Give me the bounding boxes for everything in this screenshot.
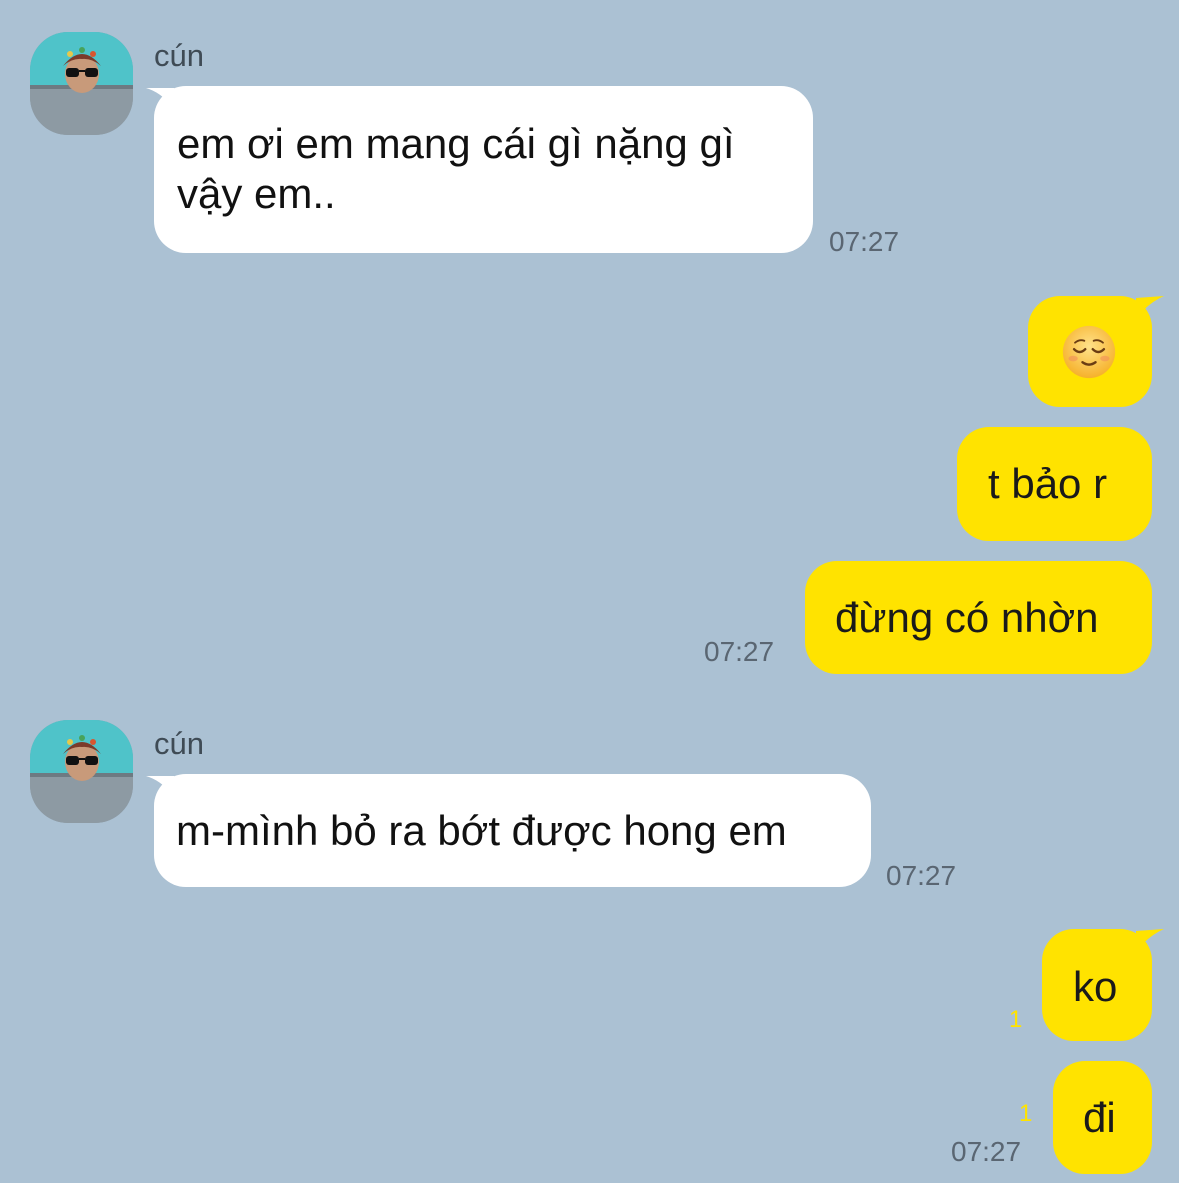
- message-text: đừng có nhờn: [835, 594, 1099, 641]
- message-text: ko: [1073, 963, 1118, 1010]
- chat-thread[interactable]: cún em ơi em mang cái gì nặng gì vậy em.…: [0, 0, 1179, 1183]
- message-bubble-outgoing[interactable]: đi: [1053, 1061, 1152, 1174]
- message-bubble-outgoing[interactable]: [1028, 296, 1152, 407]
- contact-avatar[interactable]: [30, 720, 133, 823]
- message-text: t bảo r: [988, 460, 1108, 507]
- unread-count: 1: [1009, 1006, 1023, 1033]
- message-text: em ơi em mang cái gì nặng gì vậy em..: [177, 120, 735, 217]
- avatar-photo: [30, 720, 133, 823]
- message-time: 07:27: [704, 636, 775, 667]
- contact-avatar[interactable]: [30, 32, 133, 135]
- message-bubble-outgoing[interactable]: đừng có nhờn: [805, 561, 1152, 674]
- avatar-photo: [30, 32, 133, 135]
- message-bubble-incoming[interactable]: em ơi em mang cái gì nặng gì vậy em..: [154, 86, 813, 253]
- message-bubble-incoming[interactable]: m-mình bỏ ra bớt được hong em: [154, 774, 871, 887]
- message-time: 07:27: [951, 1136, 1022, 1167]
- unread-count: 1: [1019, 1100, 1033, 1127]
- sender-name: cún: [154, 38, 204, 73]
- message-text: đi: [1083, 1094, 1116, 1141]
- message-bubble-outgoing[interactable]: ko: [1042, 929, 1152, 1041]
- relieved-face-emoji: [1062, 325, 1116, 379]
- sender-name: cún: [154, 726, 204, 761]
- message-time: 07:27: [829, 226, 900, 257]
- message-bubble-outgoing[interactable]: t bảo r: [957, 427, 1152, 541]
- message-time: 07:27: [886, 860, 957, 891]
- message-text: m-mình bỏ ra bớt được hong em: [176, 807, 787, 854]
